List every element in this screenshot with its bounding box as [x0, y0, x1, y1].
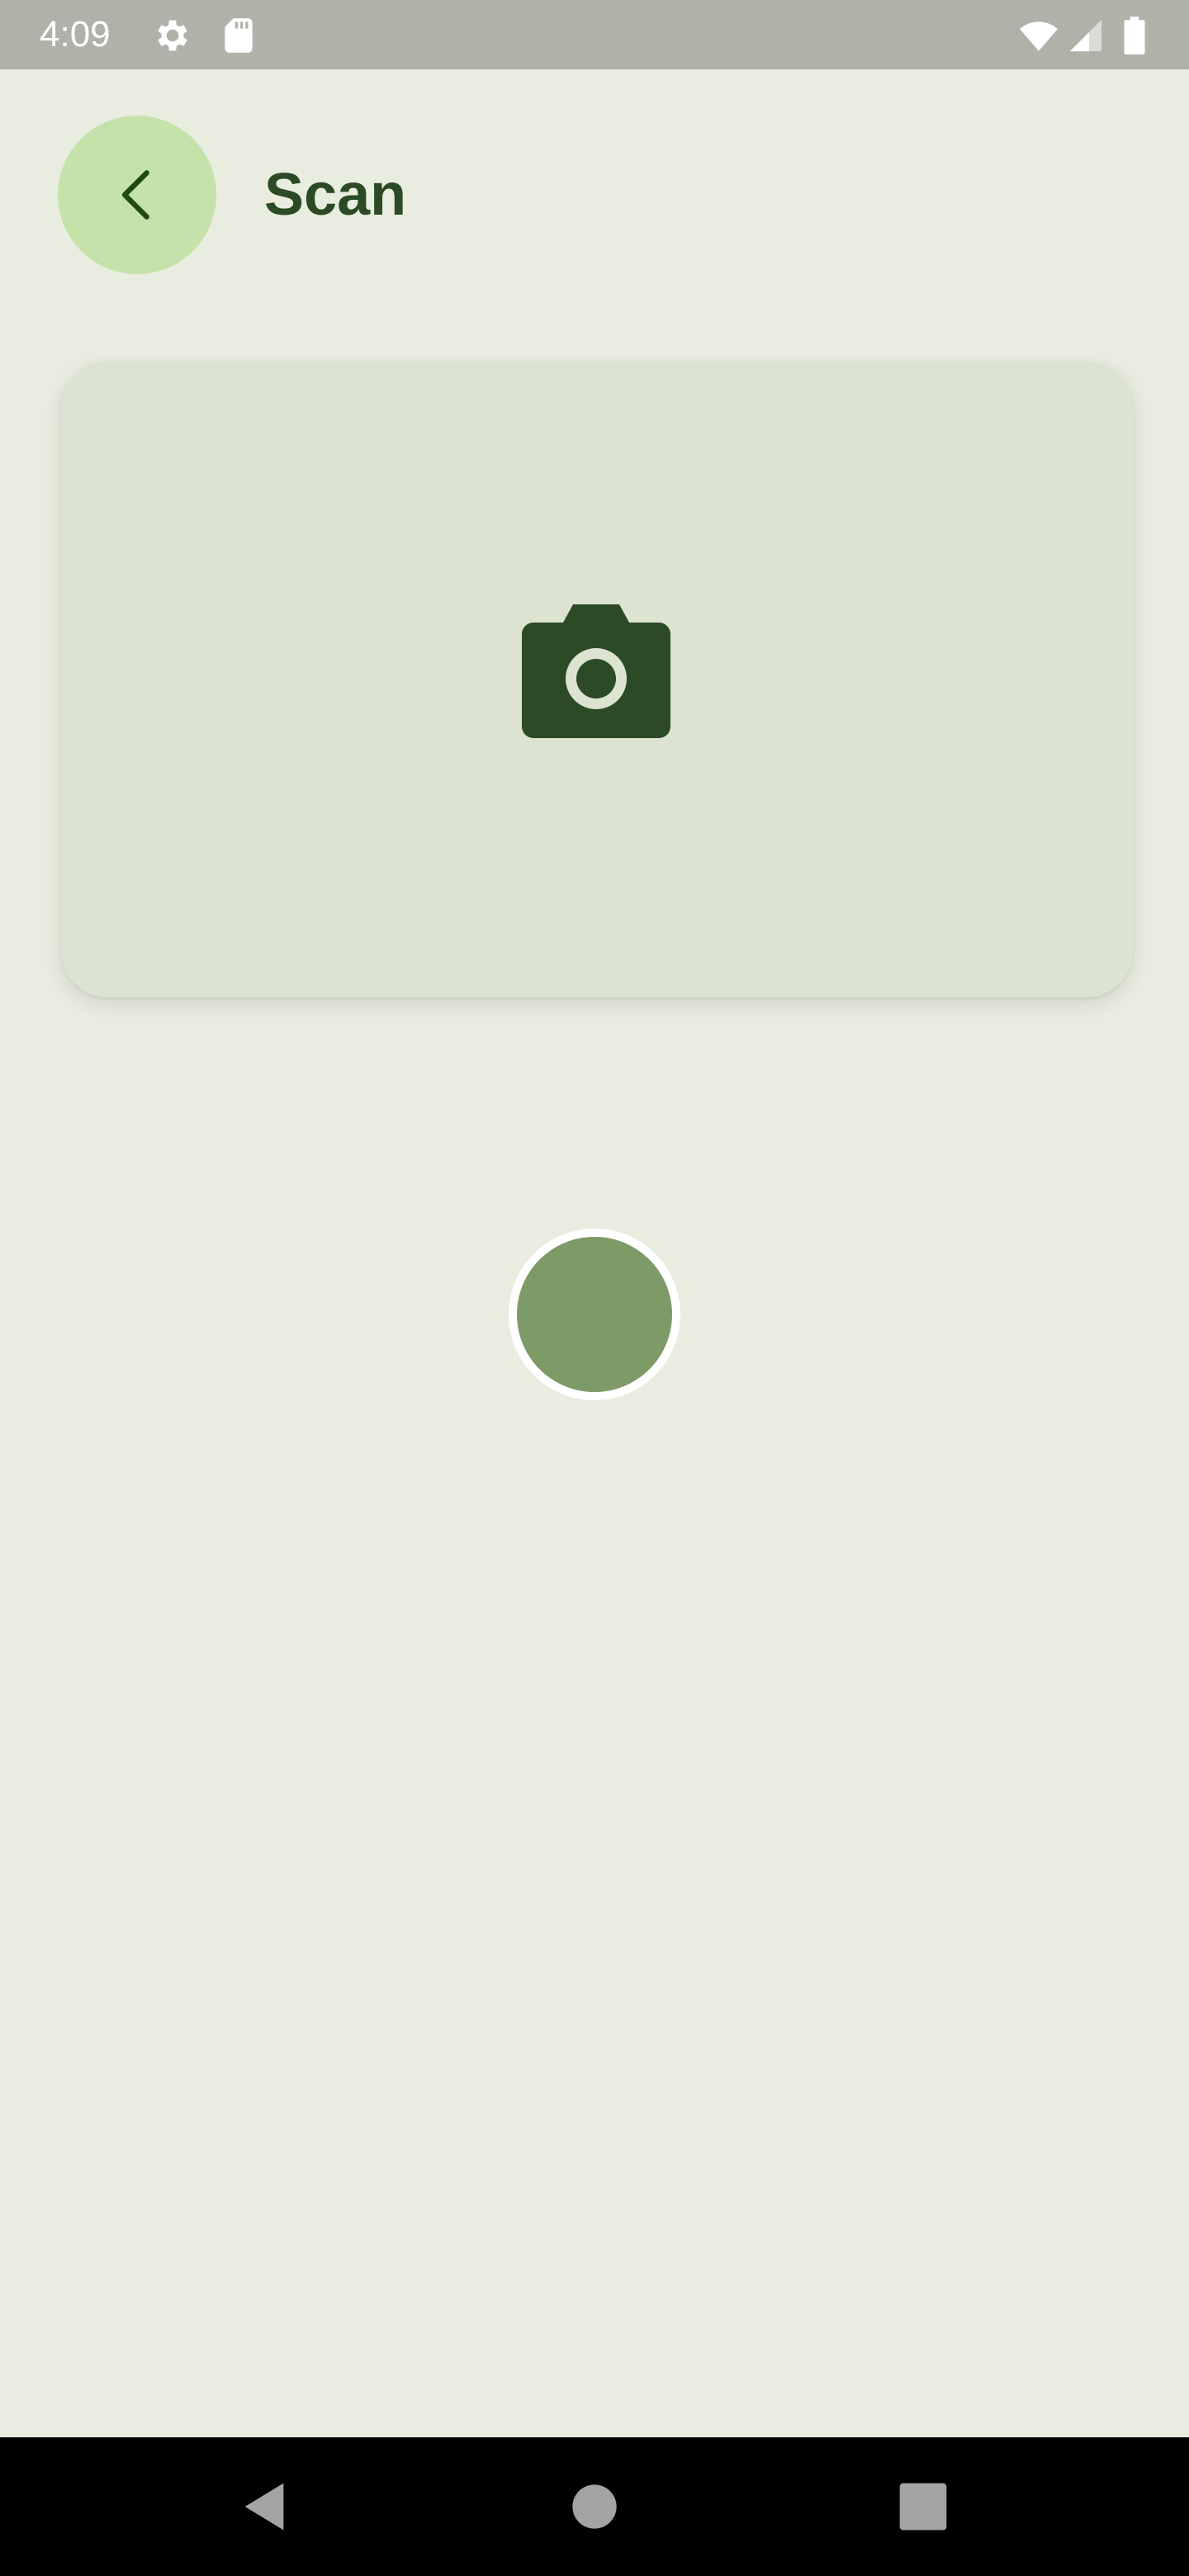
shutter-inner: [517, 1237, 672, 1392]
nav-bar: [0, 2437, 1189, 2576]
wifi-icon: [1016, 15, 1062, 56]
page-title: Scan: [264, 162, 407, 228]
camera-preview: [61, 362, 1133, 997]
home-circle-icon[interactable]: [561, 2474, 628, 2540]
camera-icon: [522, 604, 670, 738]
chevron-left-icon: [104, 162, 170, 228]
battery-icon: [1120, 15, 1149, 56]
status-time: 4:09: [40, 14, 111, 54]
status-bar: 4:09: [0, 0, 1189, 69]
back-button[interactable]: [58, 116, 216, 274]
gear-icon: [152, 15, 193, 56]
recents-square-icon[interactable]: [890, 2474, 956, 2540]
cell-signal-icon: [1067, 15, 1105, 56]
back-triangle-icon[interactable]: [231, 2474, 297, 2540]
shutter-button[interactable]: [509, 1229, 680, 1400]
sd-card-icon: [218, 15, 259, 56]
